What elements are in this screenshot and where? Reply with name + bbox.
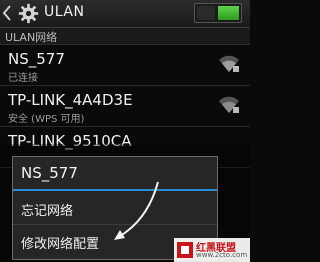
gear-icon bbox=[18, 3, 39, 24]
wifi-locked-icon bbox=[219, 96, 239, 113]
network-item-tplink-1[interactable]: TP-LINK_4A4D3E 安全 (WPS 可用) bbox=[0, 86, 250, 127]
toggle-knob bbox=[218, 6, 239, 20]
annotation-arrow-icon bbox=[114, 181, 159, 240]
back-arrow-icon[interactable] bbox=[2, 5, 12, 21]
toggle-off-area bbox=[197, 6, 215, 20]
section-header: ULAN网络 bbox=[0, 28, 250, 45]
top-bar: ULAN bbox=[0, 0, 250, 28]
network-status: 安全 (WPS 可用) bbox=[8, 114, 85, 125]
network-name: NS_577 bbox=[8, 50, 65, 68]
section-label: ULAN网络 bbox=[5, 31, 58, 44]
network-item-ns577[interactable]: NS_577 已连接 bbox=[0, 45, 250, 86]
brand-logo-icon bbox=[177, 242, 193, 258]
option-label: 修改网络配置 bbox=[21, 237, 100, 252]
network-status: 已连接 bbox=[8, 73, 38, 84]
page-title: ULAN bbox=[44, 4, 85, 20]
watermark: 红黑联盟 www.2cto.com bbox=[174, 238, 250, 262]
network-name: TP-LINK_4A4D3E bbox=[8, 91, 133, 109]
watermark-site: www.2cto.com bbox=[196, 251, 248, 259]
option-label: 忘记网络 bbox=[21, 204, 74, 219]
wifi-locked-icon bbox=[219, 55, 239, 72]
dialog-title: NS_577 bbox=[21, 164, 78, 182]
wifi-toggle[interactable] bbox=[194, 3, 242, 23]
